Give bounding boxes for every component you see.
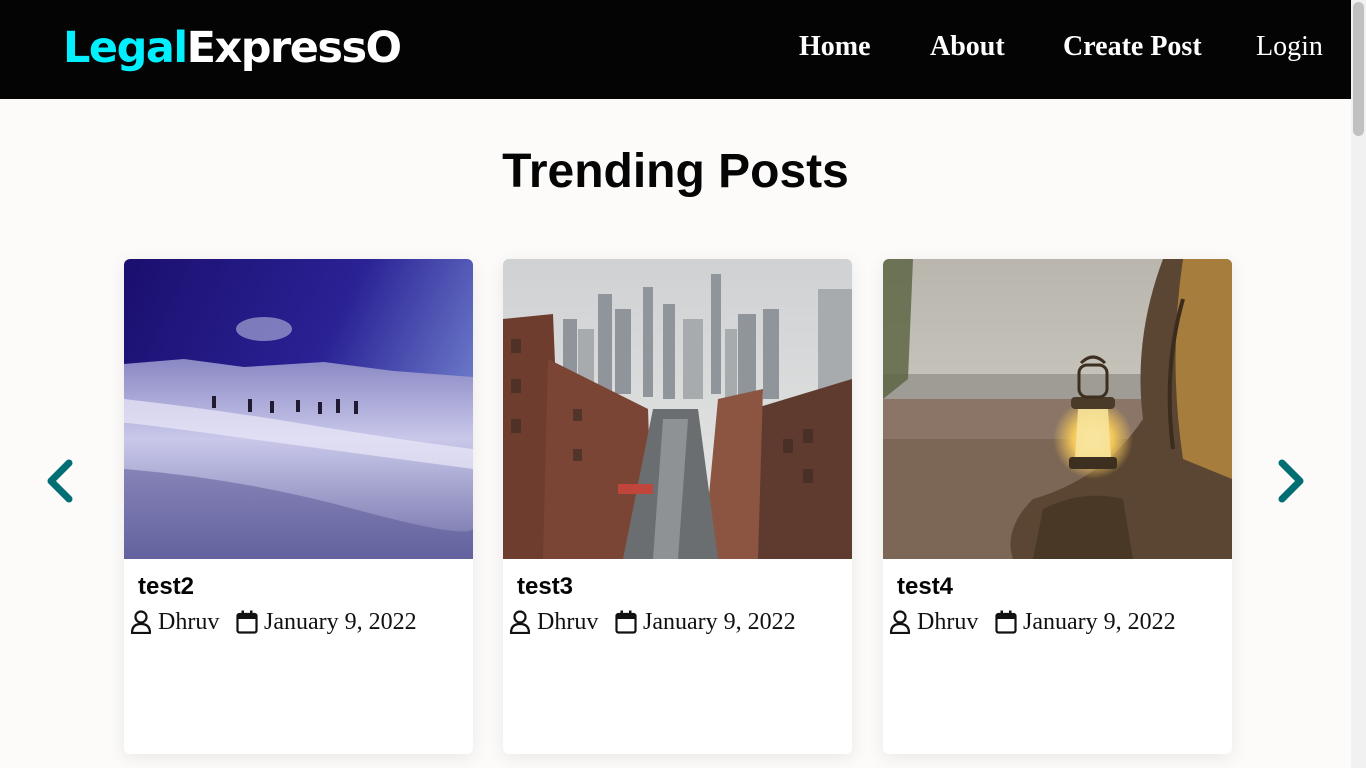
user-icon bbox=[509, 610, 531, 634]
post-author-name: Dhruv bbox=[158, 608, 220, 635]
post-author-name: Dhruv bbox=[537, 608, 599, 635]
post-card[interactable]: test2 Dhruv January 9, 2022 bbox=[124, 259, 473, 754]
carousel-next-button[interactable] bbox=[1273, 458, 1309, 504]
post-author: Dhruv bbox=[889, 607, 978, 637]
carousel-prev-button[interactable] bbox=[42, 458, 78, 504]
calendar-icon bbox=[236, 610, 258, 634]
post-date: January 9, 2022 bbox=[995, 607, 1176, 637]
chevron-left-icon bbox=[47, 459, 73, 503]
page-title: Trending Posts bbox=[502, 145, 849, 198]
post-date: January 9, 2022 bbox=[615, 607, 796, 637]
post-title[interactable]: test4 bbox=[897, 572, 953, 602]
post-title[interactable]: test3 bbox=[517, 572, 573, 602]
user-icon bbox=[889, 610, 911, 634]
navbar: LegalExpressO Home About Create Post Log… bbox=[0, 0, 1351, 99]
post-author-name: Dhruv bbox=[917, 608, 979, 635]
calendar-icon bbox=[995, 610, 1017, 634]
chevron-right-icon bbox=[1278, 459, 1304, 503]
post-date-text: January 9, 2022 bbox=[1023, 608, 1176, 635]
logo-part-express: ExpressO bbox=[186, 23, 403, 73]
post-card[interactable]: test3 Dhruv January 9, 2022 bbox=[503, 259, 852, 754]
post-card[interactable]: test4 Dhruv January 9, 2022 bbox=[883, 259, 1232, 754]
post-author: Dhruv bbox=[130, 607, 219, 637]
nav-about-link[interactable]: About bbox=[930, 28, 1005, 66]
nav-create-post-link[interactable]: Create Post bbox=[1063, 28, 1202, 66]
post-image-snow[interactable] bbox=[124, 259, 473, 559]
nav-home-link[interactable]: Home bbox=[799, 28, 871, 66]
vertical-scrollbar[interactable] bbox=[1351, 0, 1366, 768]
logo-part-legal: Legal bbox=[63, 23, 188, 73]
post-date-text: January 9, 2022 bbox=[643, 608, 796, 635]
post-image-lantern[interactable] bbox=[883, 259, 1232, 559]
site-logo[interactable]: LegalExpressO bbox=[63, 20, 403, 76]
post-date-text: January 9, 2022 bbox=[264, 608, 417, 635]
user-icon bbox=[130, 610, 152, 634]
post-image-city[interactable] bbox=[503, 259, 852, 559]
post-title[interactable]: test2 bbox=[138, 572, 194, 602]
scrollbar-thumb[interactable] bbox=[1353, 2, 1364, 136]
post-date: January 9, 2022 bbox=[236, 607, 417, 637]
post-author: Dhruv bbox=[509, 607, 598, 637]
calendar-icon bbox=[615, 610, 637, 634]
nav-login-link[interactable]: Login bbox=[1256, 28, 1323, 66]
